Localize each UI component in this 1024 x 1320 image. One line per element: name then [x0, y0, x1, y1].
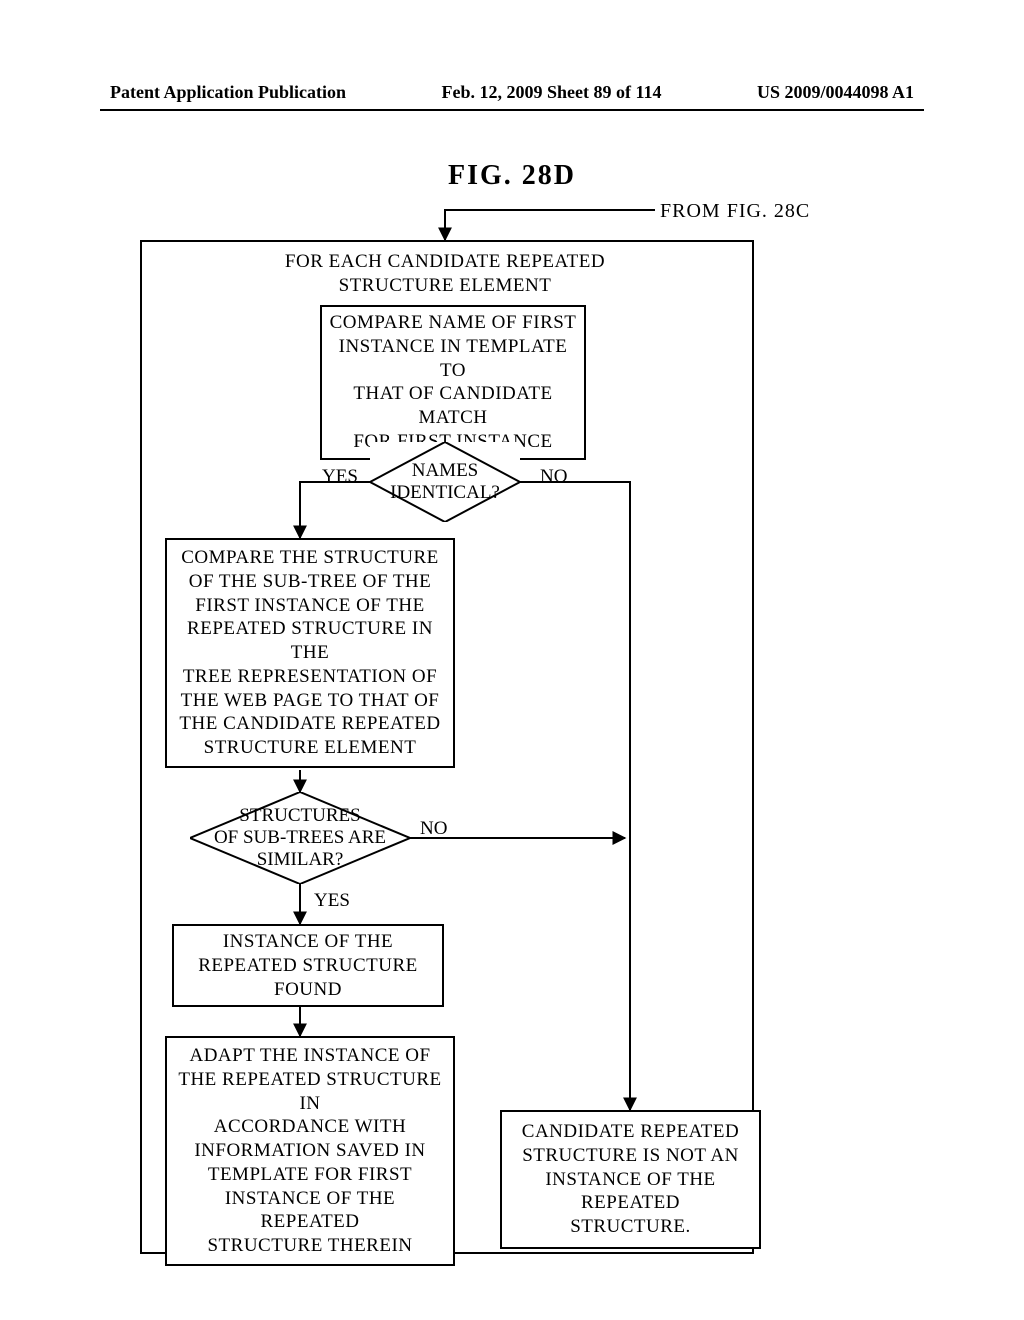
label-no-2: NO: [420, 818, 447, 840]
box-instance-found: INSTANCE OF THE REPEATED STRUCTURE FOUND: [172, 924, 444, 1007]
box-adapt-instance: ADAPT THE INSTANCE OF THE REPEATED STRUC…: [165, 1036, 455, 1266]
decision-structures-similar: STRUCTURES OF SUB-TREES ARE SIMILAR?: [190, 792, 410, 884]
header-rule: [100, 109, 924, 111]
header-right: US 2009/0044098 A1: [757, 82, 914, 103]
decision-names-identical: NAMES IDENTICAL?: [370, 442, 520, 522]
loop-header: FOR EACH CANDIDATE REPEATED STRUCTURE EL…: [250, 250, 640, 298]
from-label: FROM FIG. 28C: [660, 200, 810, 223]
label-no-1: NO: [540, 466, 567, 488]
decision-structures-label: STRUCTURES OF SUB-TREES ARE SIMILAR?: [190, 792, 410, 884]
page-header: Patent Application Publication Feb. 12, …: [0, 82, 1024, 111]
figure-title: FIG. 28D: [0, 160, 1024, 192]
header-left: Patent Application Publication: [110, 82, 346, 103]
box-not-instance: CANDIDATE REPEATED STRUCTURE IS NOT AN I…: [500, 1110, 761, 1249]
box-compare-name: COMPARE NAME OF FIRST INSTANCE IN TEMPLA…: [320, 305, 586, 460]
page: Patent Application Publication Feb. 12, …: [0, 0, 1024, 1320]
header-center: Feb. 12, 2009 Sheet 89 of 114: [442, 82, 662, 103]
decision-names-label: NAMES IDENTICAL?: [370, 442, 520, 522]
box-compare-structure: COMPARE THE STRUCTURE OF THE SUB-TREE OF…: [165, 538, 455, 768]
label-yes-2: YES: [314, 890, 350, 912]
label-yes-1: YES: [322, 466, 358, 488]
